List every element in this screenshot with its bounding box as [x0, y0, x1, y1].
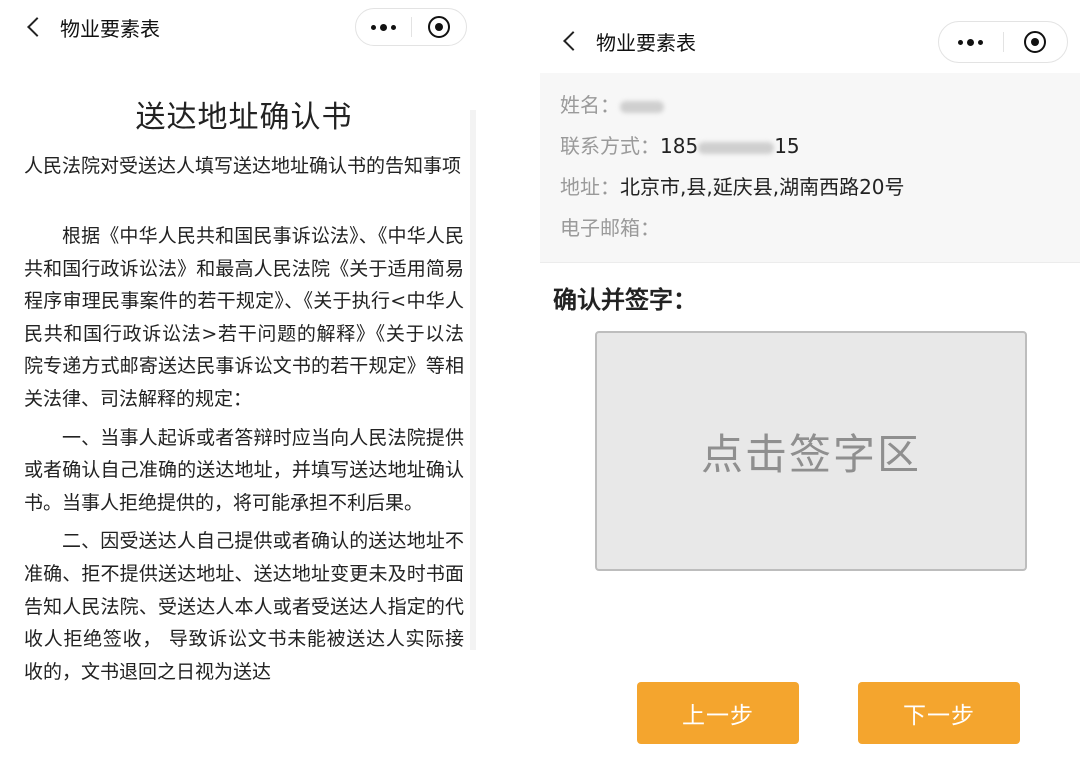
- nav-title: 物业要素表: [596, 30, 696, 55]
- nav-title: 物业要素表: [60, 16, 160, 41]
- right-screen: 物业要素表 姓名： 联系方式：185 15 地址：北京市,县,延庆县,湖南西路20…: [540, 0, 1080, 783]
- document-paragraph: 二、因受送达人自己提供或者确认的送达地址不准确、拒不提供送达地址、送达地址变更未…: [24, 530, 464, 683]
- back-arrow-icon[interactable]: [14, 7, 54, 47]
- phone-label: 联系方式：: [560, 134, 660, 158]
- email-row: 电子邮箱：: [560, 208, 1080, 249]
- email-label: 电子邮箱：: [560, 216, 660, 240]
- address-row: 地址：北京市,县,延庆县,湖南西路20号: [560, 167, 1080, 208]
- signature-placeholder: 点击签字区: [700, 429, 921, 479]
- phone-suffix: 15: [774, 134, 800, 158]
- document-body: 送达地址确认书 人民法院对受送达人填写送达地址确认书的告知事项 根据《中华人民共…: [24, 92, 464, 694]
- right-navbar: 物业要素表: [540, 14, 1080, 68]
- redacted-phone: [698, 141, 775, 154]
- document-paragraph: 一、当事人起诉或者答辩时应当向人民法院提供或者确认自己准确的送达地址，并填写送达…: [24, 426, 464, 514]
- phone-prefix: 185: [660, 134, 699, 158]
- phone-row: 联系方式：185 15: [560, 126, 1080, 167]
- close-target-icon[interactable]: [412, 9, 467, 45]
- close-target-icon[interactable]: [1004, 22, 1068, 62]
- next-step-button[interactable]: 下一步: [858, 682, 1020, 744]
- mini-program-capsule: [355, 8, 467, 46]
- back-arrow-icon[interactable]: [550, 21, 590, 61]
- previous-step-button[interactable]: 上一步: [637, 682, 799, 744]
- address-value: 北京市,县,延庆县,湖南西路20号: [620, 175, 905, 199]
- name-row: 姓名：: [560, 85, 1080, 126]
- redacted-name: [620, 100, 664, 113]
- contact-info-box: 姓名： 联系方式：185 15 地址：北京市,县,延庆县,湖南西路20号 电子邮箱…: [540, 73, 1080, 263]
- document-subtitle: 人民法院对受送达人填写送达地址确认书的告知事项: [24, 155, 462, 177]
- signature-pad[interactable]: 点击签字区: [595, 331, 1027, 571]
- name-label: 姓名：: [560, 93, 620, 117]
- mini-program-capsule: [938, 21, 1068, 63]
- document-title: 送达地址确认书: [135, 100, 353, 135]
- left-navbar: 物业要素表: [0, 0, 477, 54]
- left-screen: 物业要素表 送达地址确认书 人民法院对受送达人填写送达地址确认书的告知事项 根据…: [0, 0, 477, 783]
- more-dots-icon[interactable]: [356, 9, 411, 45]
- scrollbar-track[interactable]: [470, 110, 476, 650]
- address-label: 地址：: [560, 175, 620, 199]
- more-dots-icon[interactable]: [939, 22, 1003, 62]
- sign-label: 确认并签字：: [553, 286, 697, 314]
- document-paragraph: 根据《中华人民共和国民事诉讼法》、《中华人民共和国行政诉讼法》和最高人民法院《关…: [24, 225, 464, 410]
